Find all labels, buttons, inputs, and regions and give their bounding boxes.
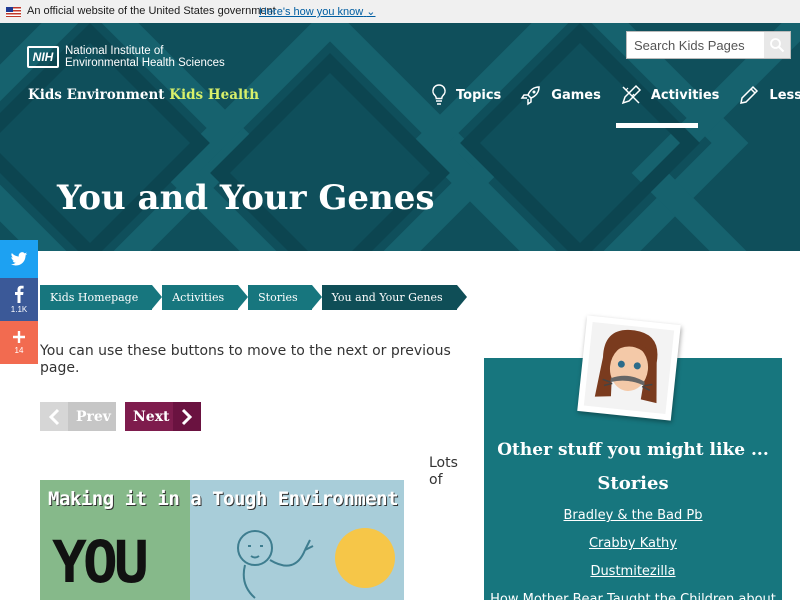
page-title: You and Your Genes [57, 178, 435, 218]
nav-topics[interactable]: Topics [430, 80, 501, 110]
breadcrumb-activities[interactable]: Activities [162, 285, 248, 310]
sidebar-link-bradley[interactable]: Bradley & the Bad Pb [484, 508, 782, 523]
intro-text: You can use these buttons to move to the… [40, 343, 451, 376]
breadcrumb: Kids Homepage Activities Stories You and… [40, 285, 467, 310]
chevron-left-icon [40, 402, 68, 431]
story-cover-image[interactable]: Making it in a Tough Environment YOU [40, 480, 404, 600]
cover-big-text: YOU [52, 528, 149, 596]
search-button[interactable] [764, 32, 790, 58]
site-name-link[interactable]: Kids Environment Kids Health [28, 87, 259, 103]
main-nav: Topics Games Activities Lessons [430, 80, 800, 130]
nav-lessons-label: Lessons [769, 87, 800, 103]
active-nav-indicator [616, 123, 698, 128]
nih-name: National Institute of Environmental Heal… [65, 45, 225, 69]
lightbulb-icon [432, 84, 446, 105]
site-name-part1: Kids Environment [28, 87, 165, 103]
nih-mark: NIH [27, 46, 59, 68]
share-facebook[interactable]: 1.1K [0, 278, 38, 321]
prev-button[interactable]: Prev [40, 402, 116, 431]
breadcrumb-kids-homepage[interactable]: Kids Homepage [40, 285, 163, 310]
nav-games-label: Games [551, 87, 601, 103]
search-input[interactable] [627, 32, 764, 58]
us-flag-icon [6, 7, 21, 17]
nav-topics-label: Topics [456, 87, 502, 103]
breadcrumb-stories[interactable]: Stories [248, 285, 322, 310]
nih-name-line1: National Institute of [65, 45, 164, 57]
rocket-icon [520, 86, 541, 106]
twitter-icon [10, 251, 28, 266]
facebook-icon [15, 285, 24, 303]
next-button[interactable]: Next [125, 402, 201, 431]
sidebar-section-title: Stories [597, 473, 669, 494]
sidebar-link-dustmitezilla[interactable]: Dustmitezilla [484, 564, 782, 579]
prev-label: Prev [76, 408, 111, 425]
nih-logo[interactable]: NIH National Institute of Environmental … [27, 45, 225, 69]
breadcrumb-current: You and Your Genes [321, 285, 467, 310]
next-label: Next [133, 408, 170, 425]
share-count: 14 [14, 346, 24, 355]
heres-how-you-know-link[interactable]: Here's how you know ⌄ [259, 5, 376, 18]
pencil-icon [740, 85, 759, 104]
gov-banner-text: An official website of the United States… [27, 5, 276, 17]
plus-icon [13, 331, 25, 343]
site-header: NIH National Institute of Environmental … [0, 23, 800, 251]
nih-name-line2: Environmental Health Sciences [65, 57, 225, 69]
pencil-ruler-icon [621, 84, 641, 105]
share-more[interactable]: 14 [0, 321, 38, 364]
sidebar-link-crabby-kathy[interactable]: Crabby Kathy [484, 536, 782, 551]
nav-activities-label: Activities [650, 87, 720, 103]
chevron-right-icon [173, 402, 201, 431]
avatar [577, 315, 681, 421]
lots-of-text: Lots of [429, 455, 458, 488]
site-name-part2: Kids Health [169, 87, 260, 103]
heres-how-you-know-label: Here's how you know [259, 6, 364, 18]
sidebar-heading: Other stuff you might like ... [497, 440, 769, 460]
search-box [626, 31, 791, 59]
nav-activities[interactable]: Activities [619, 80, 720, 110]
cover-title: Making it in a Tough Environment [48, 488, 399, 510]
chevron-down-icon: ⌄ [366, 6, 376, 18]
nav-games[interactable]: Games [519, 80, 601, 110]
nav-lessons[interactable]: Lessons [737, 80, 800, 110]
girl-avatar-illustration [583, 321, 675, 415]
facebook-count: 1.1K [10, 305, 28, 314]
share-twitter[interactable] [0, 240, 38, 278]
search-icon [770, 38, 785, 53]
gov-banner: An official website of the United States… [0, 0, 800, 23]
